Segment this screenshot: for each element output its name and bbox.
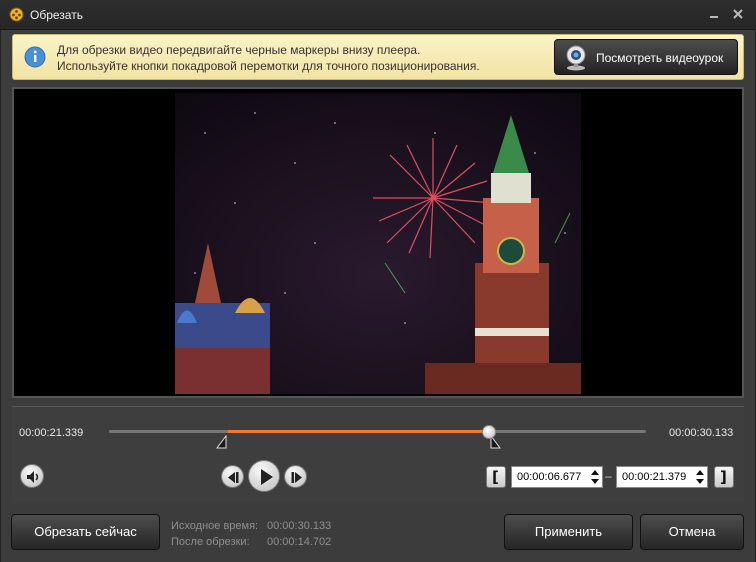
close-icon[interactable] [730,6,746,22]
after-cut-row: После обрезки: 00:00:14.702 [171,534,331,550]
film-icon [9,7,24,22]
play-button[interactable] [248,460,280,492]
cut-now-button[interactable]: Обрезать сейчас [11,514,160,550]
range-separator: – [605,469,612,483]
set-start-button[interactable]: [ [486,466,506,488]
info-line-2: Используйте кнопки покадровой перемотки … [57,59,480,73]
source-time-label: Исходное время: [171,520,259,532]
play-icon [261,469,273,485]
total-time: 00:00:30.133 [669,427,734,439]
video-player[interactable] [12,87,744,398]
minimize-icon[interactable] [706,6,722,22]
right-bracket-icon: ] [720,468,727,486]
after-cut-label: После обрезки: [171,536,250,548]
title-bar: Обрезать [0,0,756,30]
window-title: Обрезать [30,8,83,22]
end-time-value: 00:00:21.379 [622,471,687,483]
info-line-1: Для обрезки видео передвигайте черные ма… [57,43,421,57]
video-frame [175,93,581,394]
step-forward-icon [291,472,302,483]
watch-tutorial-label: Посмотреть видеоурок [596,51,724,65]
apply-button[interactable]: Применить [504,514,633,550]
webcam-icon [566,45,586,71]
prev-frame-button[interactable] [221,465,244,488]
spinner-arrows-icon[interactable] [590,468,600,486]
source-time-value: 00:00:30.133 [267,520,332,532]
end-time-input[interactable]: 00:00:21.379 [616,466,708,488]
source-time-row: Исходное время: 00:00:30.133 [171,518,331,534]
cancel-button[interactable]: Отмена [640,514,744,550]
info-icon [24,46,46,68]
current-time: 00:00:21.339 [19,427,84,439]
start-marker-icon[interactable] [215,435,227,449]
next-frame-button[interactable] [284,465,307,488]
set-end-button[interactable]: ] [714,466,734,488]
left-bracket-icon: [ [492,468,499,486]
duration-stats: Исходное время: 00:00:30.133 После обрез… [171,518,331,550]
timeline-selection [227,430,490,433]
watch-tutorial-button[interactable]: Посмотреть видеоурок [554,39,738,75]
volume-button[interactable] [20,464,44,488]
start-time-input[interactable]: 00:00:06.677 [511,466,603,488]
spinner-arrows-icon[interactable] [695,468,705,486]
step-back-icon [228,472,239,483]
timeline-panel [12,406,744,503]
after-cut-value: 00:00:14.702 [267,536,332,548]
start-time-value: 00:00:06.677 [517,471,582,483]
info-text: Для обрезки видео передвигайте черные ма… [57,42,480,74]
speaker-icon [27,471,39,483]
